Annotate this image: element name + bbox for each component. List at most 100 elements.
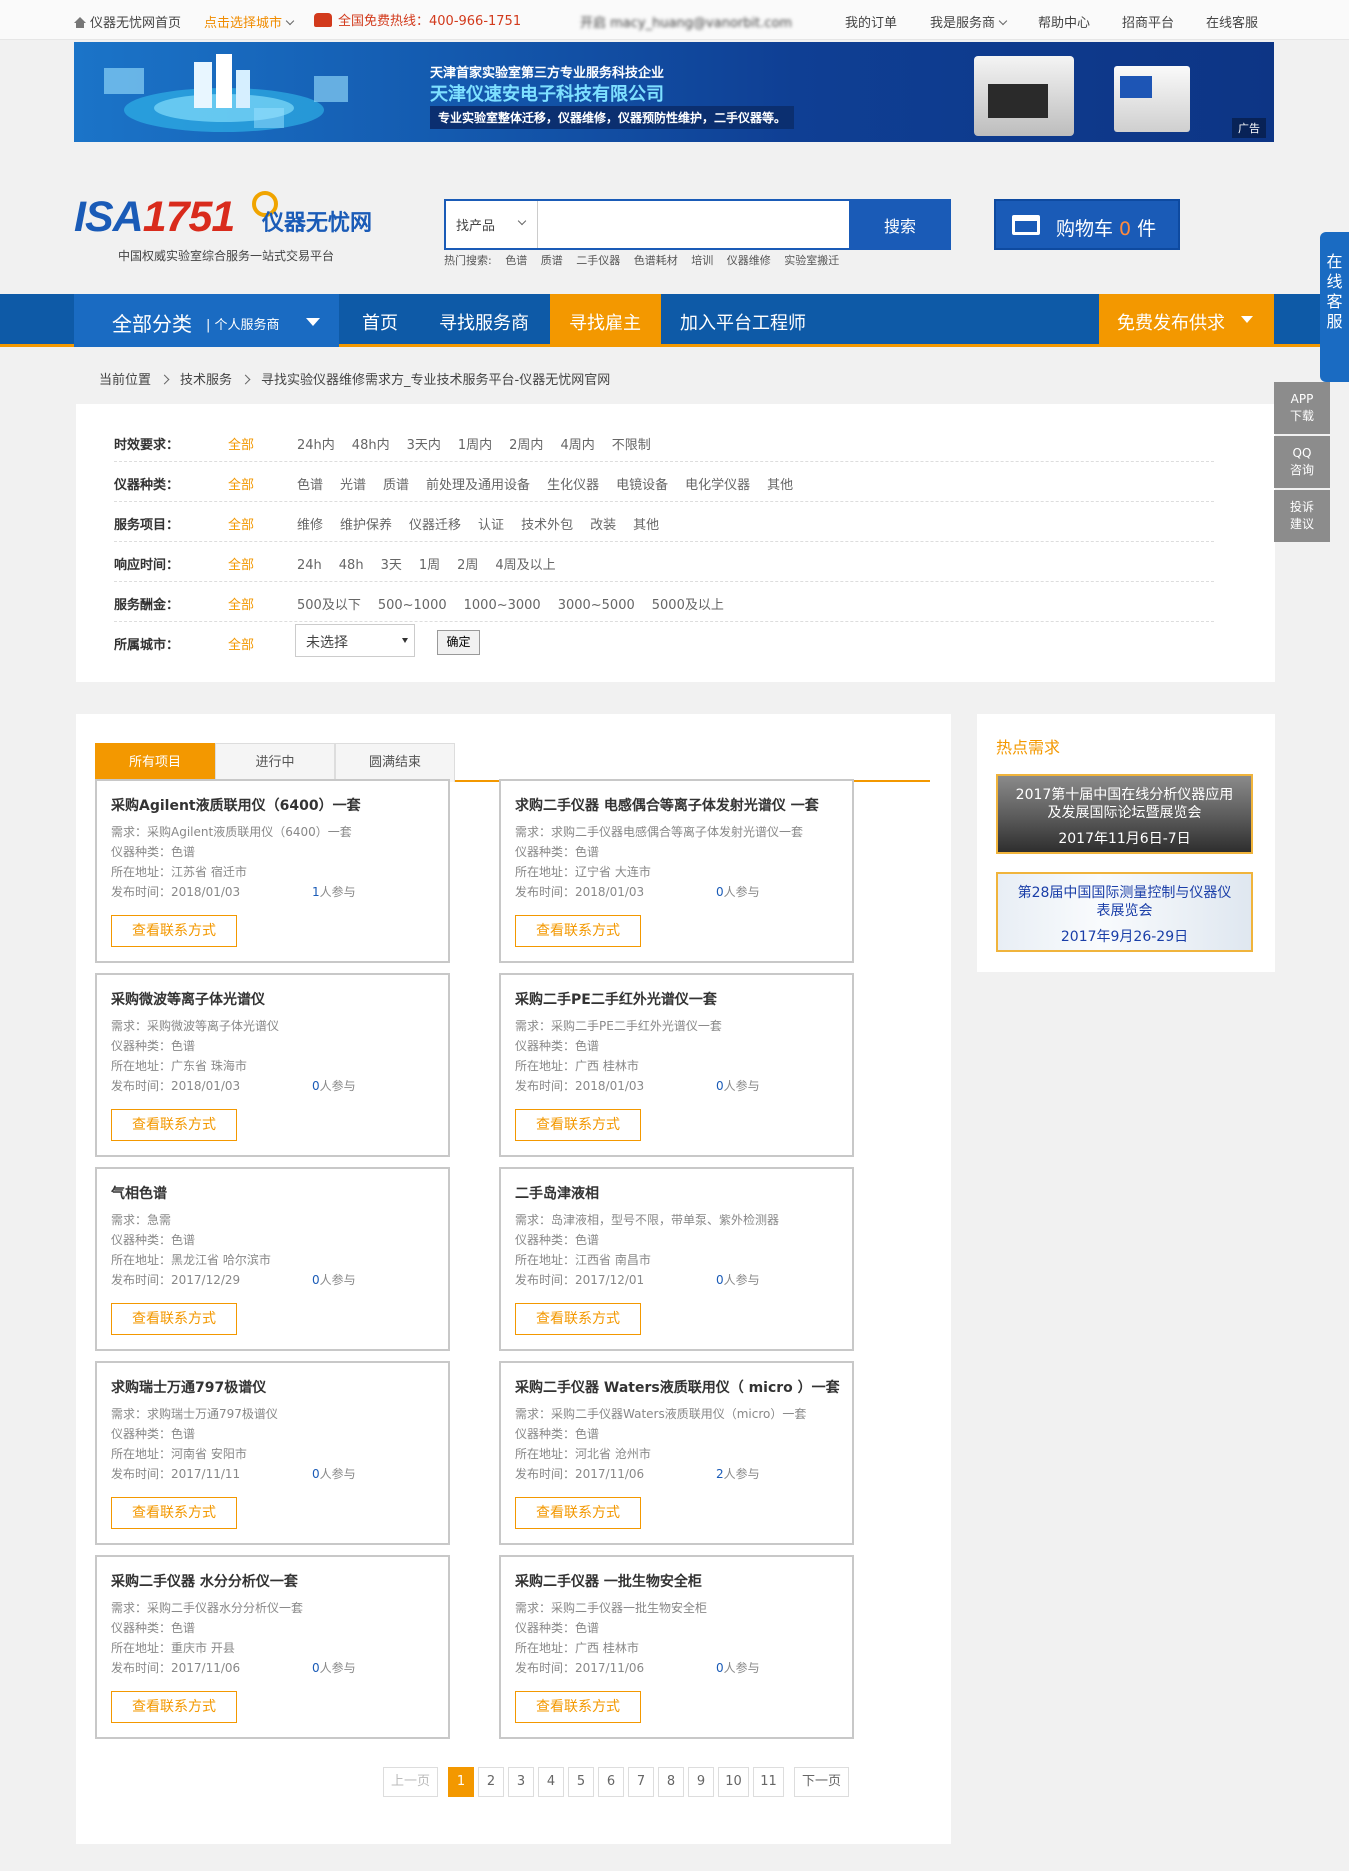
my-orders-link[interactable]: 我的订单 (845, 12, 897, 31)
online-service-link[interactable]: 在线客服 (1206, 12, 1258, 31)
filter-option[interactable]: 48h内 (352, 438, 390, 453)
filter-option[interactable]: 不限制 (612, 438, 651, 453)
view-contact-button[interactable]: 查看联系方式 (111, 915, 237, 947)
filter-option[interactable]: 电镜设备 (616, 478, 668, 493)
view-contact-button[interactable]: 查看联系方式 (111, 1303, 237, 1335)
demand-card[interactable]: 采购Agilent液质联用仪（6400）一套 需求：采购Agilent液质联用仪（… (95, 779, 450, 963)
view-contact-button[interactable]: 查看联系方式 (515, 1691, 641, 1723)
filter-all[interactable]: 全部 (228, 514, 254, 533)
demand-card[interactable]: 采购二手仪器 一批生物安全柜 需求：采购二手仪器一批生物安全柜 仪器种类：色谱 所在地… (499, 1555, 854, 1739)
site-logo[interactable]: ISA1751 仪器无忧网 中国权威实验室综合服务一站式交易平台 (74, 191, 372, 263)
next-page-button[interactable]: 下一页 (794, 1767, 849, 1797)
card-title[interactable]: 采购微波等离子体光谱仪 (111, 989, 265, 1009)
filter-all[interactable]: 全部 (228, 554, 254, 573)
demand-card[interactable]: 采购二手仪器 水分分析仪一套 需求：采购二手仪器水分分析仪一套 仪器种类：色谱 所在地… (95, 1555, 450, 1739)
filter-all[interactable]: 全部 (228, 434, 254, 453)
confirm-button[interactable]: 确定 (437, 630, 480, 655)
tab-all[interactable]: 所有项目 (95, 743, 215, 782)
page-button[interactable]: 9 (688, 1767, 714, 1797)
view-contact-button[interactable]: 查看联系方式 (111, 1497, 237, 1529)
view-contact-button[interactable]: 查看联系方式 (111, 1691, 237, 1723)
filter-option[interactable]: 5000及以上 (652, 598, 724, 613)
filter-option[interactable]: 24h (297, 558, 322, 573)
hot-demand-item[interactable]: 2017第十届中国在线分析仪器应用及发展国际论坛暨展览会 2017年11月6日-… (996, 774, 1253, 854)
view-contact-button[interactable]: 查看联系方式 (111, 1109, 237, 1141)
ad-banner[interactable]: 天津首家实验室第三方专业服务科技企业 天津仪速安电子科技有限公司 专业实验室整体… (74, 42, 1274, 142)
card-title[interactable]: 采购二手仪器 Waters液质联用仪（ micro ）一套 (515, 1377, 840, 1397)
view-contact-button[interactable]: 查看联系方式 (515, 1497, 641, 1529)
filter-option[interactable]: 4周内 (560, 438, 594, 453)
page-button[interactable]: 6 (598, 1767, 624, 1797)
filter-option[interactable]: 2周内 (509, 438, 543, 453)
city-select-link[interactable]: 点击选择城市 (204, 12, 295, 31)
page-button[interactable]: 1 (448, 1767, 474, 1797)
card-title[interactable]: 气相色谱 (111, 1183, 167, 1203)
filter-option[interactable]: 其他 (767, 478, 793, 493)
filter-option[interactable]: 1000~3000 (464, 598, 541, 613)
filter-option[interactable]: 前处理及通用设备 (426, 478, 530, 493)
filter-option[interactable]: 3天内 (407, 438, 441, 453)
page-button[interactable]: 5 (568, 1767, 594, 1797)
demand-card[interactable]: 气相色谱 需求：急需 仪器种类：色谱 所在地址：黑龙江省 哈尔滨市 发布时间：2017/… (95, 1167, 450, 1351)
app-download-button[interactable]: APP 下载 (1274, 382, 1330, 434)
filter-option[interactable]: 500~1000 (378, 598, 447, 613)
filter-option[interactable]: 其他 (633, 518, 659, 533)
search-button[interactable]: 搜索 (849, 199, 951, 250)
filter-all[interactable]: 全部 (228, 634, 254, 653)
page-button[interactable]: 7 (628, 1767, 654, 1797)
cart-button[interactable]: 购物车 0 件 (994, 199, 1180, 250)
user-account-link[interactable]: 开启 macy_huang@vanorbit.com (580, 12, 792, 31)
demand-card[interactable]: 二手岛津液相 需求：岛津液相，型号不限，带单泵、紫外检测器 仪器种类：色谱 所在地址：… (499, 1167, 854, 1351)
card-title[interactable]: 采购二手PE二手红外光谱仪一套 (515, 989, 717, 1009)
filter-option[interactable]: 4周及以上 (495, 558, 555, 573)
filter-all[interactable]: 全部 (228, 594, 254, 613)
prev-page-button[interactable]: 上一页 (383, 1767, 438, 1797)
filter-option[interactable]: 维修 (297, 518, 323, 533)
filter-option[interactable]: 500及以下 (297, 598, 361, 613)
all-categories-menu[interactable]: 全部分类 | 个人服务商 (74, 294, 339, 347)
filter-option[interactable]: 2周 (457, 558, 478, 573)
nav-find-provider[interactable]: 寻找服务商 (439, 309, 529, 335)
filter-option[interactable]: 技术外包 (521, 518, 573, 533)
hot-search-link[interactable]: 培训 (691, 254, 713, 267)
filter-option[interactable]: 3000~5000 (558, 598, 635, 613)
filter-all[interactable]: 全部 (228, 474, 254, 493)
filter-option[interactable]: 维护保养 (340, 518, 392, 533)
filter-option[interactable]: 48h (339, 558, 364, 573)
merchants-link[interactable]: 招商平台 (1122, 12, 1174, 31)
view-contact-button[interactable]: 查看联系方式 (515, 1109, 641, 1141)
filter-option[interactable]: 质谱 (383, 478, 409, 493)
card-title[interactable]: 求购瑞士万通797极谱仪 (111, 1377, 266, 1397)
filter-option[interactable]: 认证 (478, 518, 504, 533)
search-type-select[interactable]: 找产品 (446, 201, 538, 248)
breadcrumb-link[interactable]: 技术服务 (180, 373, 232, 388)
filter-option[interactable]: 改装 (590, 518, 616, 533)
qq-consult-button[interactable]: QQ 咨询 (1274, 436, 1330, 488)
card-title[interactable]: 采购Agilent液质联用仪（6400）一套 (111, 795, 361, 815)
card-title[interactable]: 求购二手仪器 电感偶合等离子体发射光谱仪 一套 (515, 795, 819, 815)
online-service-float[interactable]: 在线客服 (1320, 232, 1349, 382)
filter-option[interactable]: 24h内 (297, 438, 335, 453)
demand-card[interactable]: 求购瑞士万通797极谱仪 需求：求购瑞士万通797极谱仪 仪器种类：色谱 所在地址：河… (95, 1361, 450, 1545)
page-button[interactable]: 8 (658, 1767, 684, 1797)
demand-card[interactable]: 采购二手PE二手红外光谱仪一套 需求：采购二手PE二手红外光谱仪一套 仪器种类：色谱… (499, 973, 854, 1157)
filter-option[interactable]: 色谱 (297, 478, 323, 493)
hot-search-link[interactable]: 二手仪器 (576, 254, 620, 267)
page-button[interactable]: 3 (508, 1767, 534, 1797)
hot-search-link[interactable]: 质谱 (541, 254, 563, 267)
complaint-button[interactable]: 投诉 建议 (1274, 490, 1330, 542)
view-contact-button[interactable]: 查看联系方式 (515, 915, 641, 947)
page-button[interactable]: 10 (718, 1767, 749, 1797)
card-title[interactable]: 采购二手仪器 水分分析仪一套 (111, 1571, 298, 1591)
help-center-link[interactable]: 帮助中心 (1038, 12, 1090, 31)
tab-in-progress[interactable]: 进行中 (215, 743, 335, 782)
filter-option[interactable]: 光谱 (340, 478, 366, 493)
filter-option[interactable]: 电化学仪器 (685, 478, 750, 493)
filter-option[interactable]: 1周内 (458, 438, 492, 453)
filter-option[interactable]: 3天 (381, 558, 402, 573)
tab-completed[interactable]: 圆满结束 (335, 743, 455, 782)
i-am-provider-link[interactable]: 我是服务商 (930, 12, 1008, 31)
page-button[interactable]: 2 (478, 1767, 504, 1797)
search-input[interactable] (539, 201, 849, 248)
city-select[interactable]: 未选择 (295, 624, 415, 657)
